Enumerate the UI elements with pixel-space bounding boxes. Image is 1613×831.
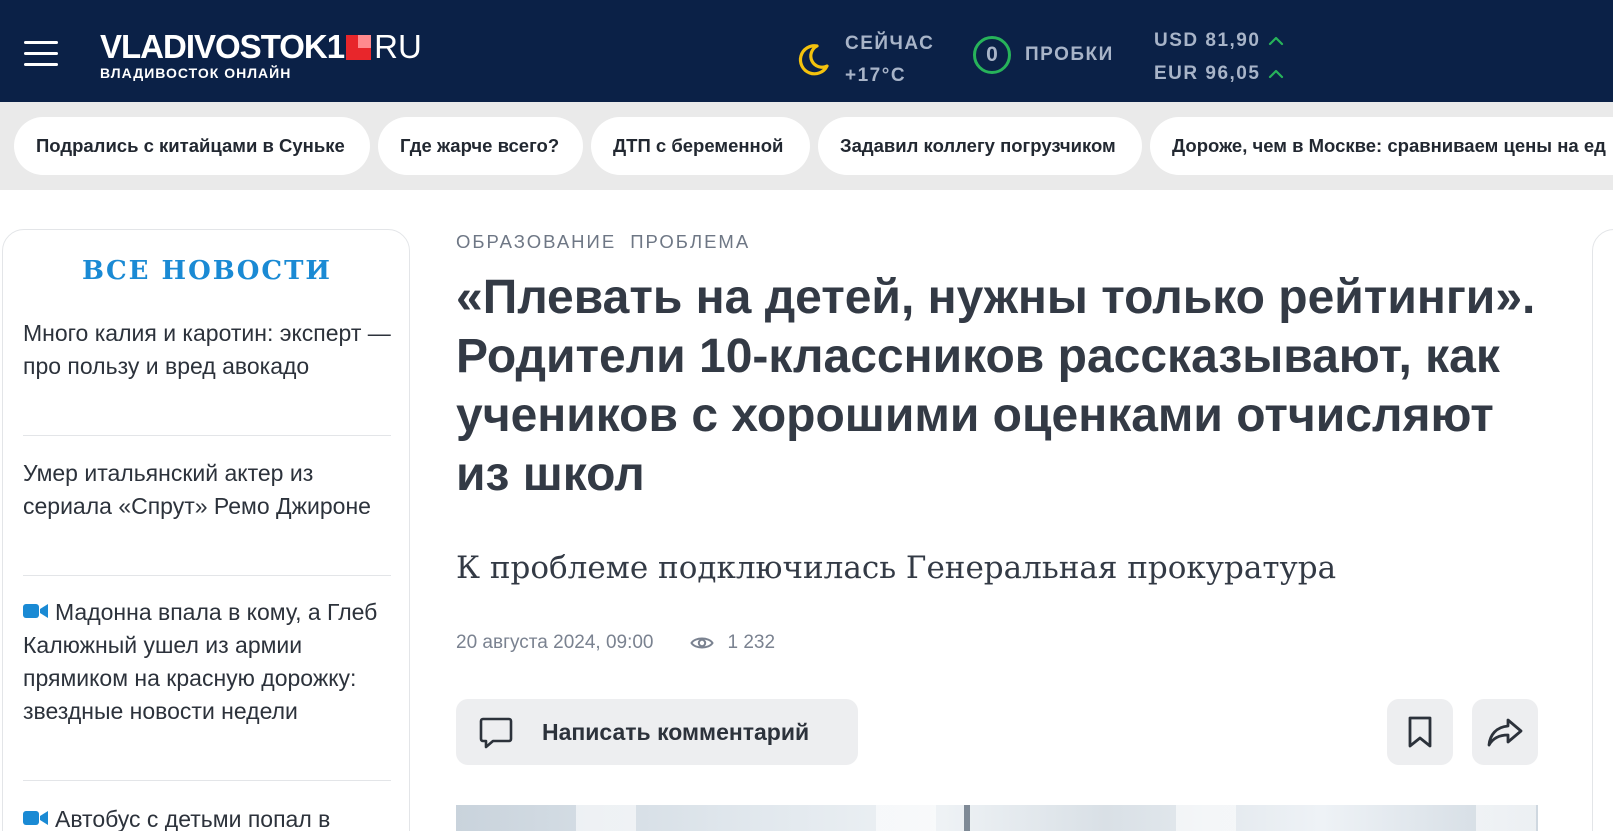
share-button[interactable] (1472, 699, 1538, 765)
rubric-problem[interactable]: ПРОБЛЕМА (630, 231, 750, 253)
article-meta: 20 августа 2024, 09:00 1 232 (456, 632, 775, 654)
weather-label: СЕЙЧАС (845, 33, 935, 54)
article-lead: К проблеме подключилась Генеральная прок… (456, 550, 1337, 586)
news-item-text: Мадонна впала в кому, а Глеб Калюжный уш… (23, 599, 378, 724)
divider (23, 435, 391, 436)
site-logo[interactable]: VLADIVOSTOK1 RU ВЛАДИВОСТОК ОНЛАЙН (100, 28, 422, 82)
topic-chip[interactable]: Подрались с китайцами в Суньке (14, 117, 370, 175)
rate-usd: USD 81,90 (1154, 24, 1284, 57)
traffic-label: ПРОБКИ (1025, 44, 1114, 65)
bookmark-button[interactable] (1387, 699, 1453, 765)
write-comment-button[interactable]: Написать комментарий (456, 699, 858, 765)
article-views: 1 232 (727, 632, 776, 653)
news-item-text: Автобус с детьми попал в (55, 806, 331, 831)
write-comment-label: Написать комментарий (542, 718, 810, 745)
article-headline: «Плевать на детей, нужны только рейтинги… (456, 271, 1536, 501)
arrow-up-icon (1269, 36, 1284, 45)
menu-icon[interactable] (24, 41, 58, 67)
logo-domain: RU (374, 28, 422, 65)
comment-icon (479, 717, 513, 749)
topic-chip[interactable]: Дороже, чем в Москве: сравниваем цены на… (1150, 117, 1613, 175)
news-item[interactable]: Умер итальянский актер из сериала «Спрут… (23, 457, 393, 523)
share-icon (1487, 718, 1523, 747)
topic-chip[interactable]: Где жарче всего? (378, 117, 583, 175)
moon-icon (798, 44, 829, 76)
video-camera-icon (23, 811, 48, 825)
topic-strip: Подрались с китайцами в Суньке Где жарче… (0, 102, 1613, 190)
topic-chip[interactable]: ДТП с беременной (591, 117, 810, 175)
site-header: VLADIVOSTOK1 RU ВЛАДИВОСТОК ОНЛАЙН СЕЙЧА… (0, 0, 1613, 102)
divider (23, 575, 391, 576)
video-camera-icon (23, 604, 48, 618)
news-item[interactable]: Мадонна впала в кому, а Глеб Калюжный уш… (23, 596, 393, 728)
logo-mark-icon (346, 34, 372, 60)
traffic-widget[interactable]: 0 ПРОБКИ (973, 36, 1114, 74)
topic-chip[interactable]: Задавил коллегу погрузчиком (818, 117, 1142, 175)
bookmark-icon (1408, 716, 1432, 748)
logo-text: VLADIVOSTOK1 (100, 28, 345, 65)
news-item[interactable]: Много калия и каротин: эксперт — про пол… (23, 317, 393, 383)
rate-eur: EUR 96,05 (1154, 57, 1284, 90)
currency-rates[interactable]: USD 81,90 EUR 96,05 (1154, 24, 1284, 90)
news-item[interactable]: Автобус с детьми попал в (23, 803, 393, 831)
divider (23, 780, 391, 781)
arrow-up-icon (1269, 69, 1284, 78)
article-date: 20 августа 2024, 09:00 (456, 632, 654, 653)
weather-widget[interactable]: СЕЙЧАС +17°C (795, 28, 934, 92)
weather-temp: +17°C (845, 65, 907, 86)
news-feed-sidebar: ВСЕ НОВОСТИ Много калия и каротин: экспе… (2, 229, 410, 831)
eye-icon (689, 637, 714, 649)
article-rubrics: ОБРАЗОВАНИЕ ПРОБЛЕМА (456, 231, 750, 253)
traffic-score: 0 (973, 36, 1011, 74)
logo-subtitle: ВЛАДИВОСТОК ОНЛАЙН (100, 65, 292, 81)
rate-usd-value: USD 81,90 (1154, 30, 1261, 51)
rate-eur-value: EUR 96,05 (1154, 63, 1261, 84)
rubric-education[interactable]: ОБРАЗОВАНИЕ (456, 231, 616, 253)
right-column-card (1592, 229, 1613, 831)
article-photo (456, 805, 1538, 831)
all-news-link[interactable]: ВСЕ НОВОСТИ (3, 256, 411, 286)
